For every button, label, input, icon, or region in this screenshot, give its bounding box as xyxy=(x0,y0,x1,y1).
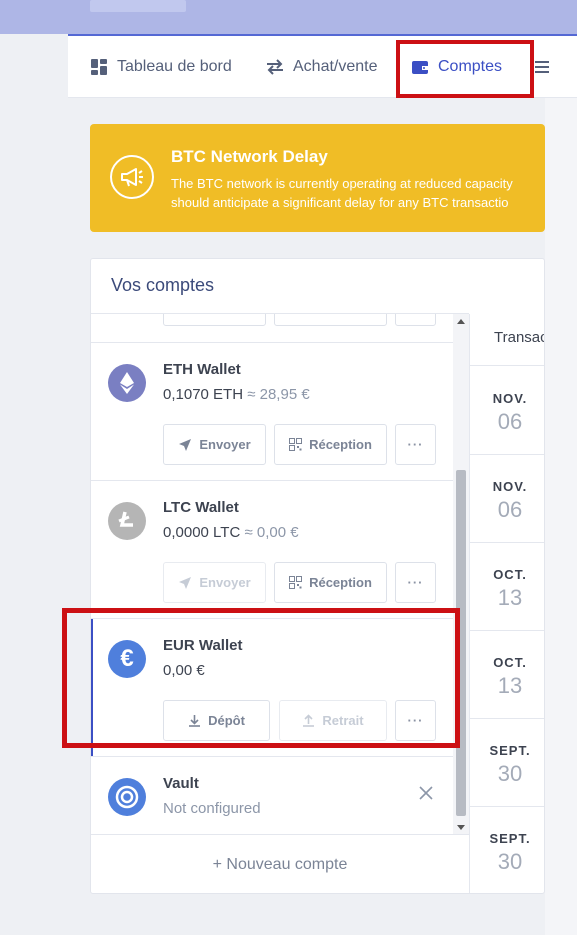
wallet-ltc[interactable]: LTC Wallet 0,0000 LTC ≈ 0,00 € Envoyer R… xyxy=(91,480,453,618)
new-account-button[interactable]: + Nouveau compte xyxy=(91,834,469,893)
tx-month: OCT. xyxy=(493,567,527,582)
megaphone-icon xyxy=(110,155,154,199)
litecoin-icon xyxy=(108,502,146,540)
tx-day: 13 xyxy=(497,585,523,610)
wallet-name: Vault xyxy=(163,775,199,792)
nav-tab-more[interactable] xyxy=(532,36,560,98)
highlight-box-eur-wallet xyxy=(62,608,460,748)
transaction-row[interactable]: OCT. 13 xyxy=(470,631,544,719)
banner-title: BTC Network Delay xyxy=(171,147,328,166)
transaction-row[interactable]: NOV. 06 xyxy=(470,455,544,543)
tx-month: SEPT. xyxy=(489,743,531,758)
header-title-blurred xyxy=(90,0,186,12)
tx-day: 30 xyxy=(497,761,523,786)
more-options-button[interactable]: ··· xyxy=(395,562,436,603)
nav-tab-dashboard[interactable]: Tableau de bord xyxy=(89,36,232,98)
send-label: Envoyer xyxy=(199,437,251,452)
close-icon[interactable] xyxy=(418,785,434,806)
tx-day: 06 xyxy=(497,409,523,434)
wallet-vault[interactable]: Vault Not configured xyxy=(91,756,453,834)
wallet-amount: 0,1070 ETH xyxy=(163,386,244,403)
wallet-name: ETH Wallet xyxy=(163,361,241,378)
tx-month: NOV. xyxy=(492,479,528,494)
swap-icon xyxy=(265,57,285,77)
previous-wallet-buttons xyxy=(91,314,469,328)
send-button-disabled[interactable]: Envoyer xyxy=(163,562,266,603)
send-icon xyxy=(178,438,192,452)
tx-month: OCT. xyxy=(493,655,527,670)
transaction-row[interactable]: OCT. 13 xyxy=(470,543,544,631)
receive-label: Réception xyxy=(309,437,372,452)
wallet-list[interactable]: ETH Wallet 0,1070 ETH ≈ 28,95 € Envoyer … xyxy=(91,314,469,834)
accounts-title: Vos comptes xyxy=(111,275,215,295)
tx-day: 13 xyxy=(497,673,523,698)
tx-day: 30 xyxy=(497,849,523,874)
dashboard-icon xyxy=(89,57,109,77)
tx-day: 06 xyxy=(497,497,523,522)
transaction-row[interactable]: NOV. 06 xyxy=(470,367,544,455)
receive-button[interactable]: Réception xyxy=(274,424,387,465)
transactions-header: Transactions xyxy=(470,314,544,366)
wallet-amount: 0,0000 LTC xyxy=(163,524,241,541)
receive-button[interactable]: Réception xyxy=(274,562,387,603)
nav-tab-buy-sell[interactable]: Achat/vente xyxy=(265,36,378,98)
scroll-up-arrow-icon[interactable] xyxy=(457,319,465,324)
wallet-eth[interactable]: ETH Wallet 0,1070 ETH ≈ 28,95 € Envoyer … xyxy=(91,342,453,480)
send-button[interactable]: Envoyer xyxy=(163,424,266,465)
scroll-down-arrow-icon[interactable] xyxy=(457,825,465,830)
qr-code-icon xyxy=(289,438,303,451)
transaction-row[interactable]: SEPT. 30 xyxy=(470,807,544,893)
wallet-balance: 0,1070 ETH ≈ 28,95 € xyxy=(163,386,310,403)
list-icon xyxy=(532,57,552,77)
top-header-bar xyxy=(0,0,577,34)
tx-month: SEPT. xyxy=(489,831,531,846)
send-label: Envoyer xyxy=(199,575,251,590)
nav-tab-label: Tableau de bord xyxy=(117,58,232,75)
ethereum-icon xyxy=(108,364,146,402)
vault-icon xyxy=(108,778,146,816)
more-options-button[interactable]: ··· xyxy=(395,424,436,465)
highlight-box-accounts-tab xyxy=(396,40,534,98)
page-right-edge xyxy=(545,98,577,935)
wallet-fiat-value: ≈ 0,00 € xyxy=(244,524,299,541)
accounts-panel: Vos comptes ETH Wallet 0,1070 ETH ≈ 28,9… xyxy=(90,258,545,894)
wallet-fiat-value: ≈ 28,95 € xyxy=(247,386,310,403)
banner-text: The BTC network is currently operating a… xyxy=(171,176,513,210)
wallet-name: LTC Wallet xyxy=(163,499,239,516)
network-delay-banner: BTC Network Delay The BTC network is cur… xyxy=(90,124,545,232)
receive-label: Réception xyxy=(309,575,372,590)
transaction-row[interactable]: SEPT. 30 xyxy=(470,719,544,807)
send-icon xyxy=(178,576,192,590)
wallet-balance: 0,0000 LTC ≈ 0,00 € xyxy=(163,524,299,541)
tx-month: NOV. xyxy=(492,391,528,406)
wallet-list-scrollbar[interactable] xyxy=(453,314,469,834)
vault-status: Not configured xyxy=(163,800,261,817)
qr-code-icon xyxy=(289,576,303,589)
transactions-column: Transactions NOV. 06 NOV. 06 OCT. 13 OCT… xyxy=(469,314,544,893)
nav-tab-label: Achat/vente xyxy=(293,58,378,75)
